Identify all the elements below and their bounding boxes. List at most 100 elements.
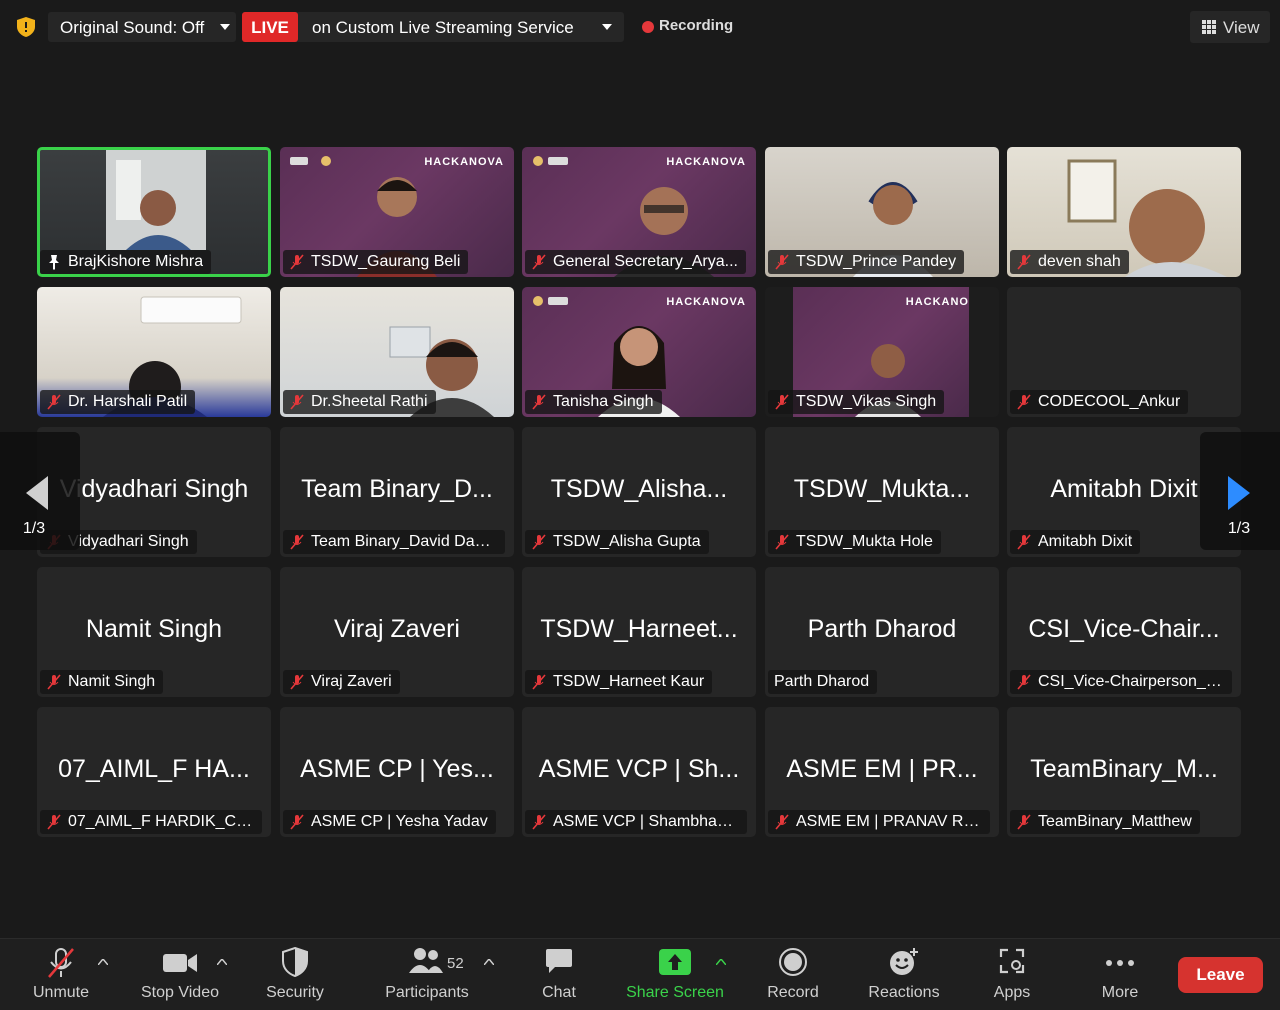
muted-mic-icon (532, 394, 546, 410)
chat-label: Chat (542, 984, 576, 1001)
muted-mic-icon (532, 814, 546, 830)
participant-name-tag: CODECOOL_Ankur (1010, 390, 1189, 414)
participant-name: TSDW_Gaurang Beli (311, 253, 461, 270)
participant-name: CSI_Vice-Chairperson_A... (1038, 673, 1224, 690)
video-tile[interactable]: HACKANO TSDW_Vikas Singh (765, 287, 999, 417)
video-tile[interactable]: ASME CP | Yes... ASME CP | Yesha Yadav (280, 707, 514, 837)
muted-mic-icon (532, 674, 546, 690)
participant-name-tag: Amitabh Dixit (1010, 530, 1141, 554)
tsdw-logo-icon (533, 296, 568, 306)
video-tile[interactable]: HACKANOVA Tanisha Singh (522, 287, 756, 417)
chevron-down-icon[interactable] (220, 24, 230, 30)
record-button[interactable]: Record (760, 939, 826, 1010)
share-screen-label: Share Screen (626, 984, 724, 1001)
original-sound-label: Original Sound: Off (60, 18, 205, 37)
video-tile[interactable]: Parth Dharod Parth Dharod (765, 567, 999, 697)
more-button[interactable]: More (1092, 939, 1148, 1010)
video-tile[interactable]: Viraj Zaveri Viraj Zaveri (280, 567, 514, 697)
stop-video-button[interactable]: Stop Video (134, 939, 226, 1010)
video-options-caret-icon[interactable] (217, 959, 227, 965)
video-tile[interactable]: 07_AIML_F HA... 07_AIML_F HARDIK_CHE... (37, 707, 271, 837)
tsdw-logo-icon (533, 156, 568, 166)
muted-mic-icon (532, 534, 546, 550)
previous-page-button[interactable]: 1/3 (0, 432, 80, 550)
participant-name: TSDW_Prince Pandey (796, 253, 957, 270)
participant-display-name: ASME CP | Yes... (300, 755, 494, 783)
video-tile[interactable]: Namit Singh Namit Singh (37, 567, 271, 697)
muted-mic-icon (775, 814, 789, 830)
participant-name-tag: Dr. Harshali Patil (40, 390, 196, 414)
participant-name: Amitabh Dixit (1038, 533, 1133, 550)
unmute-button[interactable]: Unmute (21, 939, 101, 1010)
video-tile[interactable]: Team Binary_D... Team Binary_David Dabr.… (280, 427, 514, 557)
participants-button[interactable]: Participants (380, 939, 474, 1010)
participant-display-name: 07_AIML_F HA... (58, 755, 250, 783)
chevron-down-icon[interactable] (602, 24, 612, 30)
video-tile[interactable]: TSDW_Harneet... TSDW_Harneet Kaur (522, 567, 756, 697)
video-tile[interactable]: CODECOOL_Ankur (1007, 287, 1241, 417)
live-stream-status[interactable]: LIVE on Custom Live Streaming Service (242, 12, 624, 42)
leave-button[interactable]: Leave (1178, 957, 1263, 993)
page-indicator: 1/3 (1227, 520, 1251, 537)
participants-count-badge: 52 (447, 955, 464, 972)
muted-mic-icon (47, 674, 61, 690)
view-button[interactable]: View (1190, 11, 1270, 43)
muted-mic-icon (1017, 394, 1031, 410)
video-tile[interactable]: ASME EM | PR... ASME EM | PRANAV RA... (765, 707, 999, 837)
participant-display-name: ASME VCP | Sh... (538, 755, 740, 783)
video-tile[interactable]: Dr. Harshali Patil (37, 287, 271, 417)
hackanova-brand: HACKANO (905, 296, 969, 308)
participant-name-tag: deven shah (1010, 250, 1129, 274)
live-badge: LIVE (242, 12, 298, 42)
video-tile[interactable]: BrajKishore Mishra (37, 147, 271, 277)
participant-display-name: TeamBinary_M... (1030, 755, 1218, 783)
muted-mic-icon (1017, 674, 1031, 690)
unmute-label: Unmute (32, 984, 90, 1001)
video-tile[interactable]: ASME VCP | Sh... ASME VCP | Shambhavi... (522, 707, 756, 837)
muted-mic-icon (47, 394, 61, 410)
video-tile[interactable]: HACKANOVA General Secretary_Arya... (522, 147, 756, 277)
original-sound-toggle[interactable]: Original Sound: Off (48, 12, 236, 42)
video-tile[interactable]: TSDW_Prince Pandey (765, 147, 999, 277)
participant-name: CODECOOL_Ankur (1038, 393, 1181, 410)
security-button[interactable]: Security (258, 939, 332, 1010)
participant-name: 07_AIML_F HARDIK_CHE... (68, 813, 254, 830)
participant-name: ASME CP | Yesha Yadav (311, 813, 488, 830)
video-tile[interactable]: TSDW_Mukta... TSDW_Mukta Hole (765, 427, 999, 557)
participant-display-name: Parth Dharod (807, 615, 957, 643)
muted-microphone-icon (48, 948, 74, 978)
meeting-top-bar: Original Sound: Off LIVE on Custom Live … (0, 0, 1280, 54)
video-camera-icon (163, 954, 197, 972)
apps-button[interactable]: Apps (984, 939, 1040, 1010)
participant-name-tag: ASME VCP | Shambhavi... (525, 810, 747, 834)
video-tile[interactable]: CSI_Vice-Chair... CSI_Vice-Chairperson_A… (1007, 567, 1241, 697)
share-screen-button[interactable]: Share Screen (620, 939, 730, 1010)
video-tile[interactable]: TeamBinary_M... TeamBinary_Matthew (1007, 707, 1241, 837)
participants-options-caret-icon[interactable] (484, 959, 494, 965)
participant-name-tag: ASME CP | Yesha Yadav (283, 810, 496, 834)
tsdw-logo-icon (290, 156, 331, 166)
video-tile[interactable]: Dr.Sheetal Rathi (280, 287, 514, 417)
recording-label: Recording (659, 17, 734, 34)
video-tile[interactable]: HACKANOVA TSDW_Gaurang Beli (280, 147, 514, 277)
chat-button[interactable]: Chat (528, 939, 590, 1010)
chat-bubble-icon (546, 949, 572, 973)
participant-name: BrajKishore Mishra (68, 253, 204, 270)
share-options-caret-icon[interactable] (716, 959, 726, 965)
recording-dot-icon (642, 21, 654, 33)
participant-name-tag: TSDW_Mukta Hole (768, 530, 941, 554)
video-tile[interactable]: TSDW_Alisha... TSDW_Alisha Gupta (522, 427, 756, 557)
participant-name-tag: Team Binary_David Dabr... (283, 530, 505, 554)
next-page-button[interactable]: 1/3 (1200, 432, 1280, 550)
pin-icon (49, 255, 59, 270)
muted-mic-icon (775, 254, 789, 270)
audio-options-caret-icon[interactable] (98, 959, 108, 965)
participant-name-tag: General Secretary_Arya... (525, 250, 746, 274)
video-tile[interactable]: deven shah (1007, 147, 1241, 277)
encryption-shield-icon[interactable] (17, 17, 35, 37)
participant-name: Dr. Harshali Patil (68, 393, 188, 410)
security-shield-icon (282, 947, 308, 977)
participant-video (106, 150, 206, 250)
muted-mic-icon (290, 814, 304, 830)
reactions-button[interactable]: Reactions (862, 939, 946, 1010)
